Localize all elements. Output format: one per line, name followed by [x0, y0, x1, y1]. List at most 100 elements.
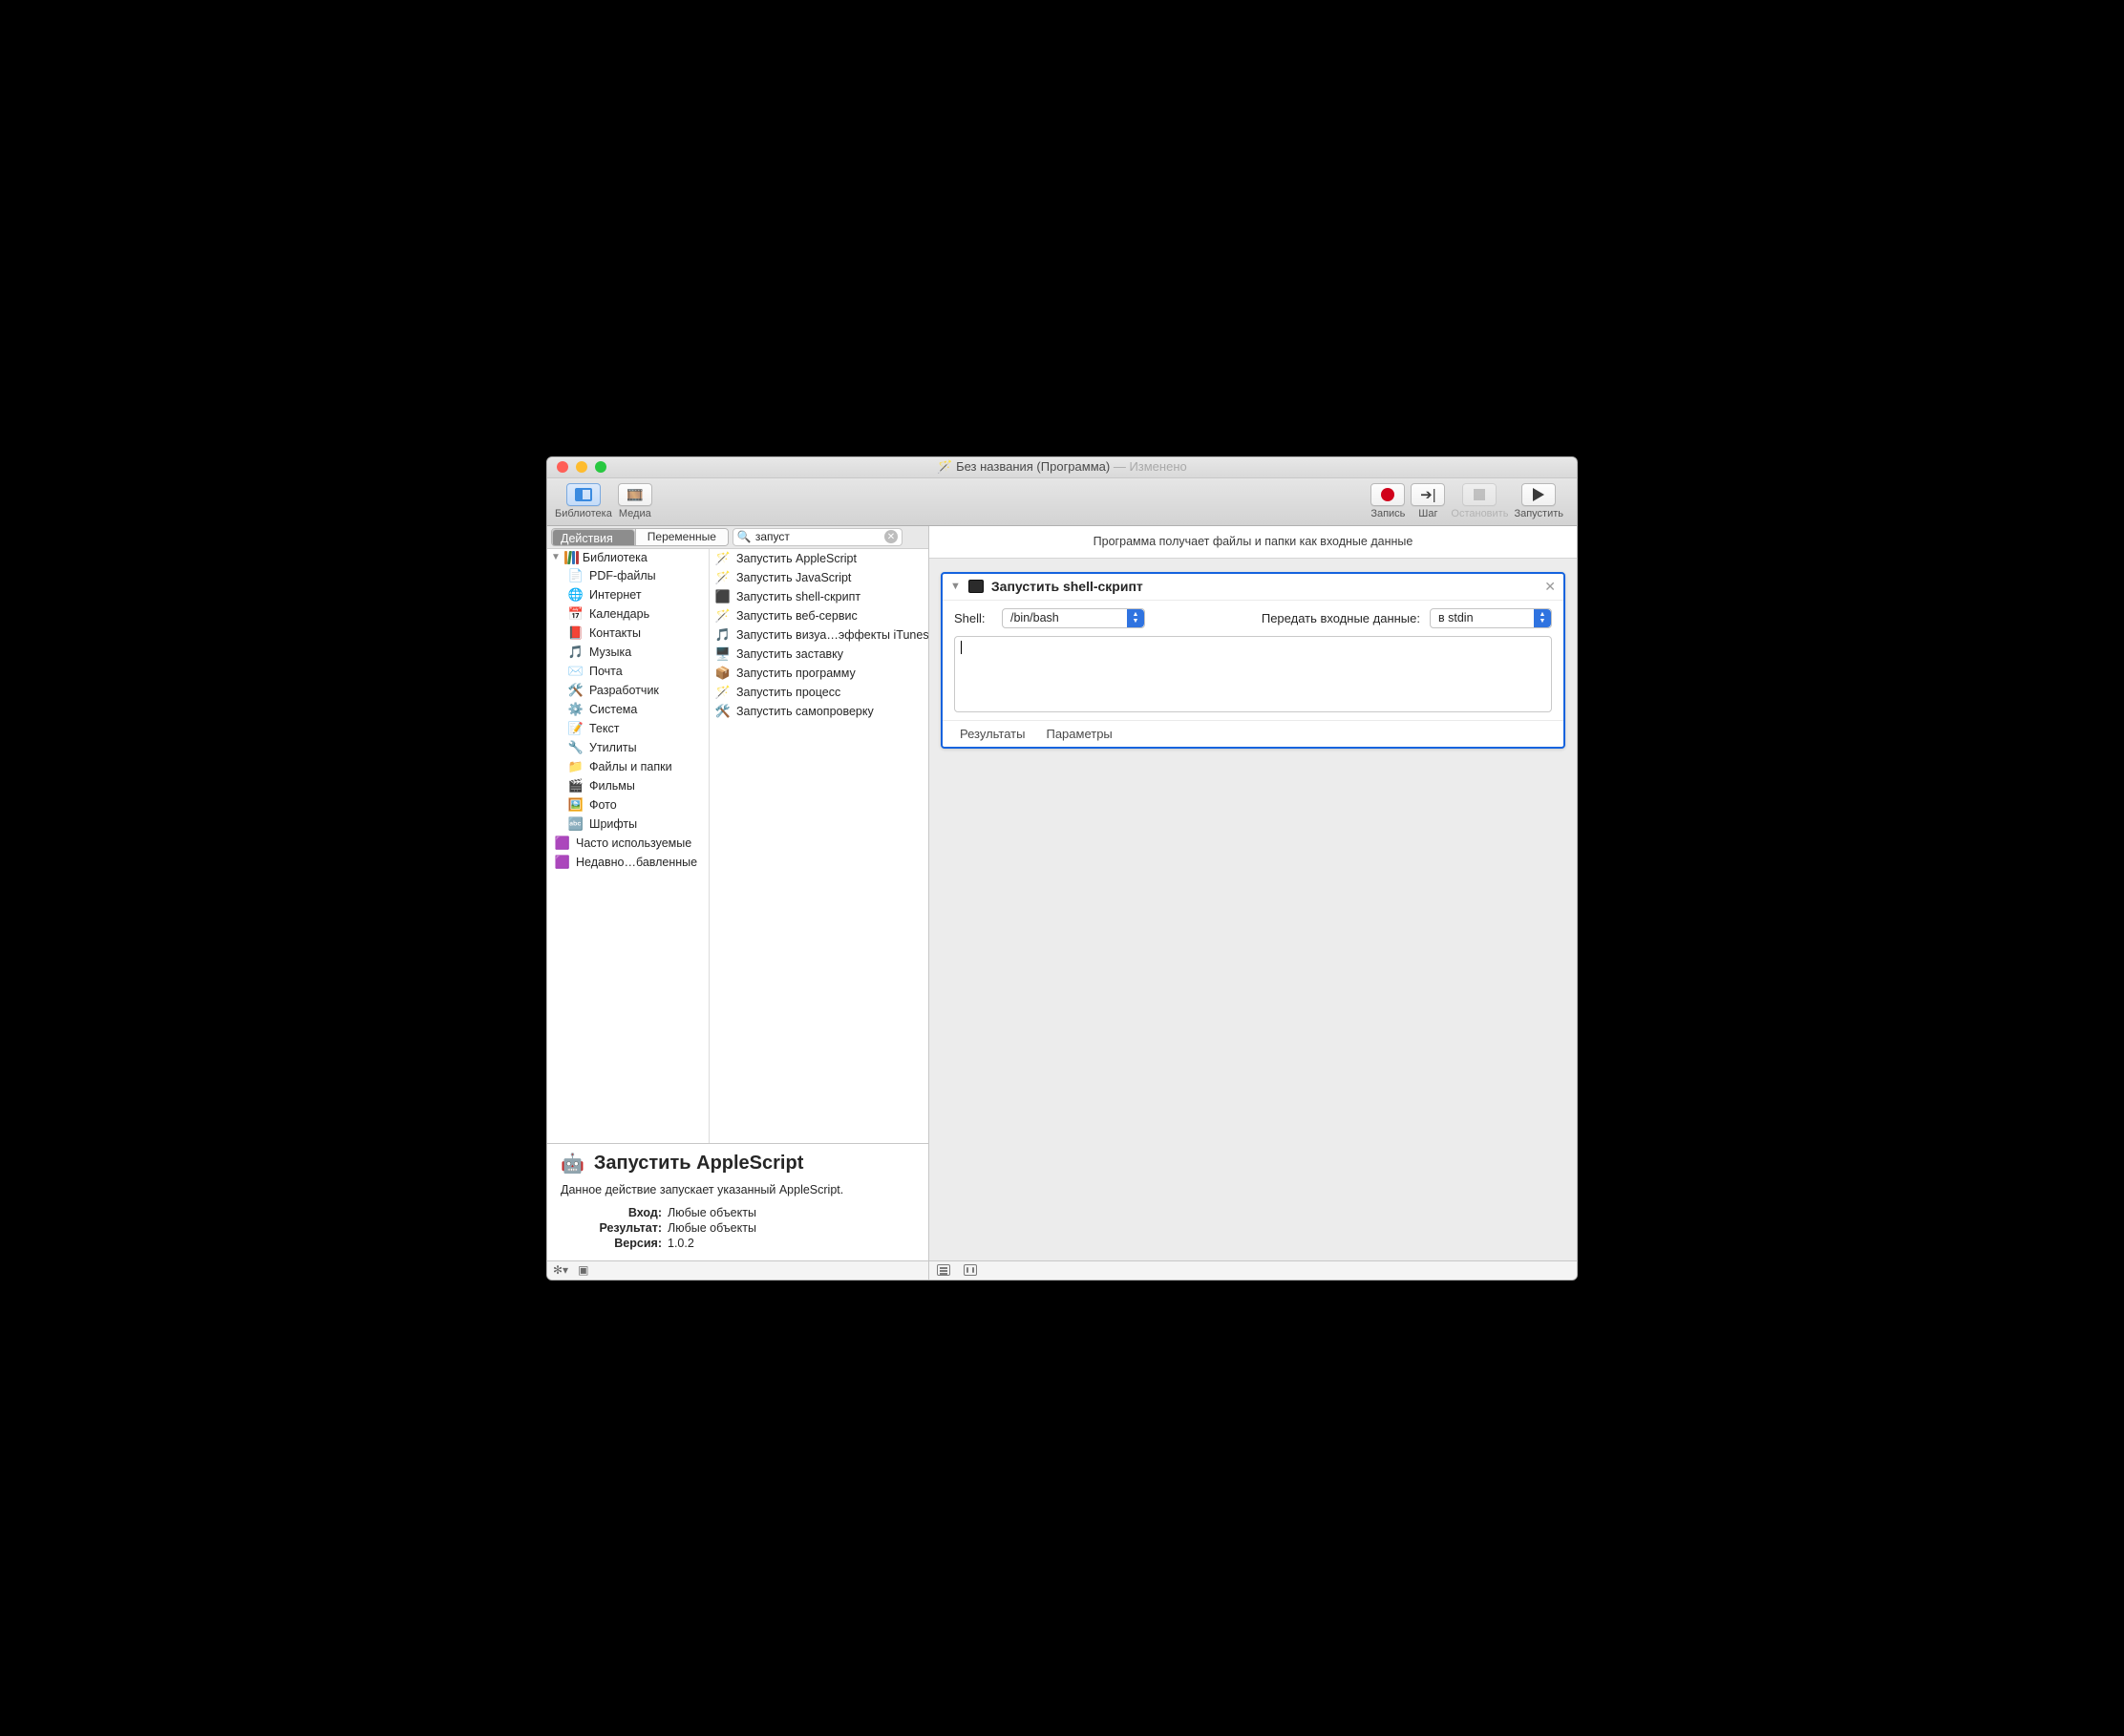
library-icon [575, 488, 592, 501]
minimize-window-button[interactable] [576, 461, 587, 473]
category-item[interactable]: 🖼️Фото [547, 795, 709, 815]
gear-menu-button[interactable]: ✻▾ [553, 1263, 568, 1277]
category-item[interactable]: 📅Календарь [547, 604, 709, 624]
action-icon: 🪄 [715, 608, 731, 624]
action-icon: 🪄 [715, 551, 731, 566]
category-column[interactable]: ▼ Библиотека 📄PDF-файлы🌐Интернет📅Календа… [547, 549, 710, 1143]
action-item[interactable]: 🪄 Запустить AppleScript [710, 549, 928, 568]
action-icon: 🛠️ [715, 704, 731, 719]
smart-folder-label: Недавно…бавленные [576, 856, 697, 869]
stop-button [1462, 483, 1497, 506]
media-label: Медиа [619, 508, 651, 519]
smart-folder-item[interactable]: 🟪Часто используемые [547, 834, 709, 853]
category-label: Утилиты [589, 741, 637, 754]
shell-select[interactable]: /bin/bash ▲▼ [1002, 608, 1145, 628]
library-two-column: ▼ Библиотека 📄PDF-файлы🌐Интернет📅Календа… [547, 549, 928, 1144]
category-item[interactable]: 📕Контакты [547, 624, 709, 643]
category-icon: ✉️ [568, 664, 584, 679]
category-label: Шрифты [589, 817, 637, 831]
action-icon: 🖥️ [715, 646, 731, 662]
actions-tab[interactable]: Действия [552, 529, 635, 546]
category-item[interactable]: 📄PDF-файлы [547, 566, 709, 585]
record-button[interactable] [1370, 483, 1405, 506]
category-label: Фото [589, 798, 617, 812]
action-label: Запустить shell-скрипт [736, 590, 860, 603]
category-label: PDF-файлы [589, 569, 656, 582]
action-item[interactable]: 📦 Запустить программу [710, 664, 928, 683]
clear-search-button[interactable]: ✕ [884, 530, 898, 543]
category-icon: ⚙️ [568, 702, 584, 717]
info-input-label: Вход: [561, 1206, 662, 1219]
action-item[interactable]: 🪄 Запустить веб-сервис [710, 606, 928, 625]
action-item[interactable]: 🪄Запустить процесс [710, 683, 928, 702]
step-title: Запустить shell-скрипт [991, 579, 1143, 594]
info-version-label: Версия: [561, 1237, 662, 1250]
category-item[interactable]: 🔤Шрифты [547, 815, 709, 834]
action-icon: ⬛ [715, 589, 731, 604]
action-icon: 🪄 [715, 570, 731, 585]
workflow-step-shell[interactable]: ▼ Запустить shell-скрипт ✕ Shell: /bin/b… [941, 572, 1565, 749]
disclosure-triangle-icon[interactable]: ▼ [551, 552, 561, 562]
workflow-canvas[interactable]: ▼ Запустить shell-скрипт ✕ Shell: /bin/b… [929, 559, 1577, 1260]
workflow-input-header[interactable]: Программа получает файлы и папки как вхо… [929, 526, 1577, 559]
action-item[interactable]: 🛠️Запустить самопроверку [710, 702, 928, 721]
log-view-button[interactable] [937, 1264, 950, 1276]
category-item[interactable]: 🎵Музыка [547, 643, 709, 662]
category-item[interactable]: ⚙️ Система [547, 700, 709, 719]
params-tab[interactable]: Параметры [1046, 727, 1112, 741]
zoom-window-button[interactable] [595, 461, 606, 473]
action-label: Запустить программу [736, 667, 856, 680]
category-icon: 📕 [568, 625, 584, 641]
input-mode-select[interactable]: в stdin ▲▼ [1430, 608, 1552, 628]
action-item[interactable]: 🎵Запустить визуа…эффекты iTunes [710, 625, 928, 645]
category-item[interactable]: ✉️Почта [547, 662, 709, 681]
step-header[interactable]: ▼ Запустить shell-скрипт ✕ [943, 574, 1563, 601]
category-icon: 🔧 [568, 740, 584, 755]
action-item[interactable]: ⬛ Запустить shell-скрипт [710, 587, 928, 606]
select-arrows-icon: ▲▼ [1534, 609, 1551, 627]
shell-label: Shell: [954, 611, 992, 625]
action-label: Запустить AppleScript [736, 552, 857, 565]
results-tab[interactable]: Результаты [960, 727, 1025, 741]
action-icon: 📦 [715, 666, 731, 681]
category-icon: 🌐 [568, 587, 584, 603]
category-item[interactable]: 🎬Фильмы [547, 776, 709, 795]
step-close-button[interactable]: ✕ [1544, 579, 1556, 595]
action-label: Запустить процесс [736, 686, 840, 699]
media-button[interactable]: 🎞️ [618, 483, 652, 506]
action-item[interactable]: 🪄Запустить JavaScript [710, 568, 928, 587]
library-toggle-button[interactable] [566, 483, 601, 506]
variables-view-button[interactable] [964, 1264, 977, 1276]
search-icon: 🔍 [737, 530, 752, 543]
library-root[interactable]: ▼ Библиотека [547, 549, 709, 566]
toolbar: Библиотека 🎞️ Медиа Запись ➔| Шаг Остано… [547, 478, 1577, 526]
run-button[interactable] [1521, 483, 1556, 506]
category-item[interactable]: 🌐Интернет [547, 585, 709, 604]
step-label: Шаг [1418, 508, 1437, 519]
step-button[interactable]: ➔| [1411, 483, 1445, 506]
category-item[interactable]: 🛠️Разработчик [547, 681, 709, 700]
info-input-value: Любые объекты [668, 1206, 756, 1219]
automator-icon: 🪄 [937, 459, 952, 474]
close-window-button[interactable] [557, 461, 568, 473]
category-item[interactable]: 🔧 Утилиты [547, 738, 709, 757]
left-column: Действия Переменные 🔍 запуст ✕ ▼ Библиот… [547, 526, 929, 1280]
category-label: Музыка [589, 646, 631, 659]
action-label: Запустить веб-сервис [736, 609, 858, 623]
script-textarea[interactable] [954, 636, 1552, 712]
action-label: Запустить заставку [736, 647, 843, 661]
text-cursor [961, 641, 962, 654]
category-item[interactable]: 📝Текст [547, 719, 709, 738]
category-item[interactable]: 📁Файлы и папки [547, 757, 709, 776]
action-item[interactable]: 🖥️ Запустить заставку [710, 645, 928, 664]
library-search-field[interactable]: 🔍 запуст ✕ [733, 528, 903, 546]
step-disclosure-icon[interactable]: ▼ [950, 581, 961, 592]
variables-tab[interactable]: Переменные [635, 529, 728, 545]
category-label: Система [589, 703, 637, 716]
log-toggle-button[interactable]: ▣ [578, 1263, 588, 1277]
smart-folder-item[interactable]: 🟪Недавно…бавленные [547, 853, 709, 872]
terminal-icon [968, 580, 984, 593]
action-label: Запустить визуа…эффекты iTunes [736, 628, 928, 642]
play-icon [1533, 488, 1544, 501]
action-column[interactable]: 🪄 Запустить AppleScript 🪄Запустить JavaScr… [710, 549, 928, 1143]
